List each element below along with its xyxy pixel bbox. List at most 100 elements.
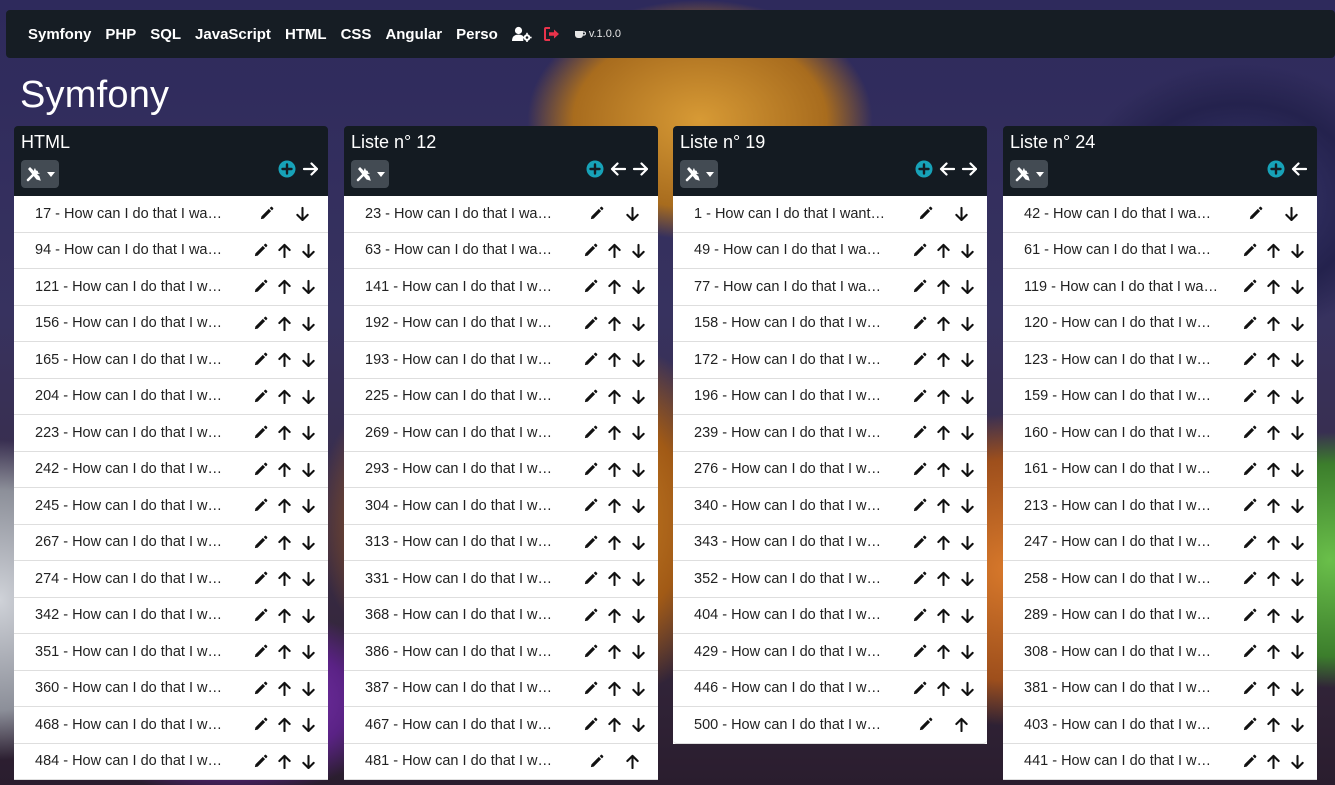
move-down-button[interactable]: [626, 348, 650, 372]
edit-item-button[interactable]: [1237, 749, 1261, 773]
list-item[interactable]: 387 - How can I do that I want to know: [344, 670, 658, 707]
move-up-button[interactable]: [272, 384, 296, 408]
move-down-button[interactable]: [1285, 713, 1309, 737]
edit-item-button[interactable]: [578, 384, 602, 408]
edit-item-button[interactable]: [907, 421, 931, 445]
move-down-button[interactable]: [626, 457, 650, 481]
edit-item-button[interactable]: [907, 494, 931, 518]
list-item[interactable]: 352 - How can I do that I want to know: [673, 561, 987, 598]
edit-item-button[interactable]: [254, 202, 278, 226]
nav-link-css[interactable]: CSS: [341, 26, 372, 43]
list-item[interactable]: 403 - How can I do that I want to know: [1003, 707, 1317, 744]
move-up-button[interactable]: [272, 311, 296, 335]
edit-item-button[interactable]: [248, 676, 272, 700]
list-item[interactable]: 123 - How can I do that I want to know: [1003, 342, 1317, 379]
list-item[interactable]: 225 - How can I do that I want to know: [344, 378, 658, 415]
move-up-button[interactable]: [1261, 311, 1285, 335]
move-down-button[interactable]: [1285, 567, 1309, 591]
edit-item-button[interactable]: [578, 421, 602, 445]
move-up-button[interactable]: [602, 457, 626, 481]
edit-item-button[interactable]: [1237, 494, 1261, 518]
edit-item-button[interactable]: [248, 384, 272, 408]
move-down-button[interactable]: [626, 640, 650, 664]
nav-link-php[interactable]: PHP: [105, 26, 136, 43]
move-up-button[interactable]: [272, 238, 296, 262]
list-item[interactable]: 156 - How can I do that I want to know: [14, 305, 328, 342]
move-up-button[interactable]: [602, 603, 626, 627]
edit-item-button[interactable]: [907, 676, 931, 700]
move-down-button[interactable]: [955, 421, 979, 445]
move-up-button[interactable]: [272, 640, 296, 664]
edit-item-button[interactable]: [913, 202, 937, 226]
move-down-button[interactable]: [1285, 603, 1309, 627]
list-item[interactable]: 368 - How can I do that I want to know: [344, 597, 658, 634]
move-down-button[interactable]: [1279, 202, 1303, 226]
move-down-button[interactable]: [955, 530, 979, 554]
move-down-button[interactable]: [1285, 384, 1309, 408]
list-item[interactable]: 404 - How can I do that I want to know: [673, 597, 987, 634]
edit-item-button[interactable]: [578, 640, 602, 664]
nav-link-angular[interactable]: Angular: [385, 26, 442, 43]
edit-item-button[interactable]: [578, 676, 602, 700]
move-down-button[interactable]: [1285, 676, 1309, 700]
move-down-button[interactable]: [1285, 421, 1309, 445]
list-item[interactable]: 293 - How can I do that I want to know: [344, 451, 658, 488]
move-up-button[interactable]: [1261, 603, 1285, 627]
move-down-button[interactable]: [955, 275, 979, 299]
move-up-button[interactable]: [1261, 494, 1285, 518]
move-up-button[interactable]: [931, 494, 955, 518]
list-item[interactable]: 165 - How can I do that I want to know: [14, 342, 328, 379]
move-up-button[interactable]: [272, 603, 296, 627]
nav-link-perso[interactable]: Perso: [456, 26, 498, 43]
list-item[interactable]: 468 - How can I do that I want to know: [14, 707, 328, 744]
edit-item-button[interactable]: [248, 530, 272, 554]
tools-dropdown-button[interactable]: [680, 160, 718, 188]
list-item[interactable]: 120 - How can I do that I want to know: [1003, 305, 1317, 342]
list-item[interactable]: 308 - How can I do that I want to know: [1003, 634, 1317, 671]
edit-item-button[interactable]: [578, 348, 602, 372]
move-up-button[interactable]: [602, 676, 626, 700]
move-down-button[interactable]: [955, 457, 979, 481]
nav-link-sql[interactable]: SQL: [150, 26, 181, 43]
move-down-button[interactable]: [620, 202, 644, 226]
nav-link-symfony[interactable]: Symfony: [28, 26, 91, 43]
move-up-button[interactable]: [272, 676, 296, 700]
edit-item-button[interactable]: [1237, 603, 1261, 627]
list-item[interactable]: 481 - How can I do that I want to know: [344, 743, 658, 780]
edit-item-button[interactable]: [584, 202, 608, 226]
list-item[interactable]: 63 - How can I do that I want to know: [344, 232, 658, 269]
move-down-button[interactable]: [955, 567, 979, 591]
tools-dropdown-button[interactable]: [21, 160, 59, 188]
move-up-button[interactable]: [602, 238, 626, 262]
move-up-button[interactable]: [272, 749, 296, 773]
edit-item-button[interactable]: [907, 275, 931, 299]
move-up-button[interactable]: [272, 348, 296, 372]
move-down-button[interactable]: [296, 603, 320, 627]
edit-item-button[interactable]: [1237, 676, 1261, 700]
move-down-button[interactable]: [626, 676, 650, 700]
move-down-button[interactable]: [296, 348, 320, 372]
move-up-button[interactable]: [602, 713, 626, 737]
move-up-button[interactable]: [1261, 640, 1285, 664]
list-item[interactable]: 242 - How can I do that I want to know: [14, 451, 328, 488]
list-item[interactable]: 343 - How can I do that I want to know: [673, 524, 987, 561]
list-item[interactable]: 289 - How can I do that I want to know: [1003, 597, 1317, 634]
move-up-button[interactable]: [931, 348, 955, 372]
list-item[interactable]: 192 - How can I do that I want to know: [344, 305, 658, 342]
edit-item-button[interactable]: [907, 348, 931, 372]
list-item[interactable]: 49 - How can I do that I want to know: [673, 232, 987, 269]
list-item[interactable]: 331 - How can I do that I want to know: [344, 561, 658, 598]
edit-item-button[interactable]: [1237, 311, 1261, 335]
move-down-button[interactable]: [296, 676, 320, 700]
edit-item-button[interactable]: [248, 311, 272, 335]
list-item[interactable]: 204 - How can I do that I want to know: [14, 378, 328, 415]
move-up-button[interactable]: [272, 494, 296, 518]
move-up-button[interactable]: [1261, 713, 1285, 737]
edit-item-button[interactable]: [248, 603, 272, 627]
move-down-button[interactable]: [949, 202, 973, 226]
list-item[interactable]: 441 - How can I do that I want to know: [1003, 743, 1317, 780]
edit-item-button[interactable]: [248, 494, 272, 518]
move-down-button[interactable]: [1285, 348, 1309, 372]
move-down-button[interactable]: [296, 494, 320, 518]
move-down-button[interactable]: [626, 311, 650, 335]
